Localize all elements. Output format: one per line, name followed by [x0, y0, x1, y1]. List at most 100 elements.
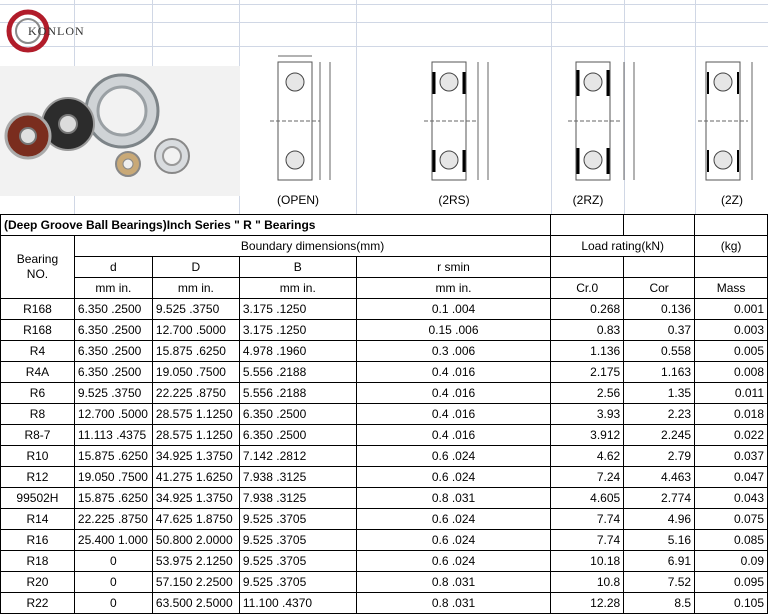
cor-cell: 2.774 — [623, 487, 696, 509]
spreadsheet-sheet: KONLON (OPEN) (2RS) (2RZ) (2Z) (Deep Gro… — [0, 0, 768, 614]
table-row: R4 6.350 .2500 15.875 .6250 4.978 .1960 0.3 … — [0, 340, 768, 362]
bearing-drawing-open — [258, 50, 368, 190]
mass-cell: 0.043 — [694, 487, 768, 509]
cr0-cell: 10.8 — [550, 571, 625, 593]
r-cell: 0.6 .024 — [355, 550, 552, 572]
mass-cell: 0.003 — [694, 319, 768, 341]
outer-d-unit: mm in. — [151, 277, 240, 299]
bearing-label-1: Bearing — [16, 252, 59, 266]
b-cell: 5.556 .2188 — [238, 361, 357, 383]
outer-d-cell: 19.050 .7500 — [151, 361, 240, 383]
table-row: R8 12.700 .5000 28.575 1.1250 6.350 .2500 0.… — [0, 403, 768, 425]
b-cell: 7.938 .3125 — [238, 466, 357, 488]
r-cell: 0.15 .006 — [355, 319, 552, 341]
table-title-row: (Deep Groove Ball Bearings)Inch Series "… — [0, 214, 768, 236]
bearing-label-2: NO. — [26, 267, 49, 281]
cr0-cell: 2.175 — [550, 361, 625, 383]
cor-cell: 1.35 — [623, 382, 696, 404]
r-cell: 0.8 .031 — [355, 592, 552, 614]
bearing-no-cell: R4 — [0, 340, 75, 362]
outer-d-cell: 34.925 1.3750 — [151, 445, 240, 467]
mass-cell: 0.105 — [694, 592, 768, 614]
b-cell: 9.525 .3705 — [238, 508, 357, 530]
group-header-row: Bearing NO. Boundary dimensions(mm) Load… — [0, 235, 768, 299]
mass-cell: 0.005 — [694, 340, 768, 362]
bearing-no-cell: R12 — [0, 466, 75, 488]
cr0-cell: 7.24 — [550, 466, 625, 488]
outer-d-cell: 15.875 .6250 — [151, 340, 240, 362]
boundary-dimensions-header: Boundary dimensions(mm) — [73, 235, 552, 257]
mass-cell: 0.09 — [694, 550, 768, 572]
mass-cell: 0.001 — [694, 298, 768, 320]
gridline — [0, 22, 768, 23]
r-cell: 0.3 .006 — [355, 340, 552, 362]
d-cell: 0 — [73, 592, 153, 614]
table-row: R20 0 57.150 2.2500 9.525 .3705 0.8 .031 10.8… — [0, 571, 768, 593]
d-cell: 6.350 .2500 — [73, 340, 153, 362]
r-cell: 0.8 .031 — [355, 571, 552, 593]
cr0-cell: 4.62 — [550, 445, 625, 467]
cor-cell: 7.52 — [623, 571, 696, 593]
cr0-header: Cr.0 — [550, 277, 625, 299]
outer-d-cell: 47.625 1.8750 — [151, 508, 240, 530]
outer-d-cell: 22.225 .8750 — [151, 382, 240, 404]
cr0-cell: 12.28 — [550, 592, 625, 614]
r-cell: 0.4 .016 — [355, 424, 552, 446]
cor-cell: 0.558 — [623, 340, 696, 362]
r-cell: 0.6 .024 — [355, 508, 552, 530]
r-cell: 0.4 .016 — [355, 382, 552, 404]
cor-cell: 6.91 — [623, 550, 696, 572]
r-cell: 0.6 .024 — [355, 529, 552, 551]
bearing-drawing-2rz — [562, 50, 672, 190]
d-cell: 15.875 .6250 — [73, 445, 153, 467]
bearing-no-cell: R10 — [0, 445, 75, 467]
outer-d-cell: 9.525 .3750 — [151, 298, 240, 320]
mass-cell: 0.095 — [694, 571, 768, 593]
r-cell: 0.6 .024 — [355, 445, 552, 467]
gridline — [152, 0, 153, 66]
cr0-cell: 10.18 — [550, 550, 625, 572]
r-cell: 0.1 .004 — [355, 298, 552, 320]
d-cell: 25.400 1.000 — [73, 529, 153, 551]
bearing-no-cell: R14 — [0, 508, 75, 530]
bearing-no-cell: R168 — [0, 319, 75, 341]
b-header: B — [238, 256, 357, 278]
mass-cell: 0.008 — [694, 361, 768, 383]
r-cell: 0.4 .016 — [355, 361, 552, 383]
cor-cell: 4.463 — [623, 466, 696, 488]
mass-cell: 0.075 — [694, 508, 768, 530]
caption-2rs: (2RS) — [438, 193, 470, 207]
r-cell: 0.6 .024 — [355, 466, 552, 488]
outer-d-cell: 41.275 1.6250 — [151, 466, 240, 488]
cor-cell: 5.16 — [623, 529, 696, 551]
outer-d-cell: 50.800 2.0000 — [151, 529, 240, 551]
empty-cell — [694, 214, 768, 236]
bearing-no-header: Bearing NO. — [0, 235, 75, 299]
table-row: R168 6.350 .2500 12.700 .5000 3.175 .1250 0.… — [0, 319, 768, 341]
b-cell: 7.142 .2812 — [238, 445, 357, 467]
caption-2z: (2Z) — [721, 193, 743, 207]
d-cell: 9.525 .3750 — [73, 382, 153, 404]
cr0-cell: 7.74 — [550, 508, 625, 530]
subheader-row: d D B r smin — [1, 256, 768, 278]
empty-cell — [623, 256, 696, 278]
outer-d-cell: 28.575 1.1250 — [151, 424, 240, 446]
bearing-no-cell: R6 — [0, 382, 75, 404]
b-cell: 6.350 .2500 — [238, 424, 357, 446]
table-row: R12 19.050 .7500 41.275 1.6250 7.938 .3125 0… — [0, 466, 768, 488]
cr0-cell: 4.605 — [550, 487, 625, 509]
d-cell: 6.350 .2500 — [73, 319, 153, 341]
d-unit: mm in. — [73, 277, 153, 299]
outer-d-cell: 34.925 1.3750 — [151, 487, 240, 509]
b-cell: 7.938 .3125 — [238, 487, 357, 509]
d-header: d — [73, 256, 153, 278]
bearing-no-cell: R168 — [0, 298, 75, 320]
brand-logo: KONLON — [6, 6, 90, 56]
cor-cell: 1.163 — [623, 361, 696, 383]
cor-cell: 4.96 — [623, 508, 696, 530]
cor-cell: 0.136 — [623, 298, 696, 320]
bearing-no-cell: R16 — [0, 529, 75, 551]
unit-row: mm in. mm in. mm in. mm in. Cr.0 Cor Mass — [1, 277, 768, 299]
b-cell: 3.175 .1250 — [238, 319, 357, 341]
logo-text: KONLON — [28, 24, 85, 38]
